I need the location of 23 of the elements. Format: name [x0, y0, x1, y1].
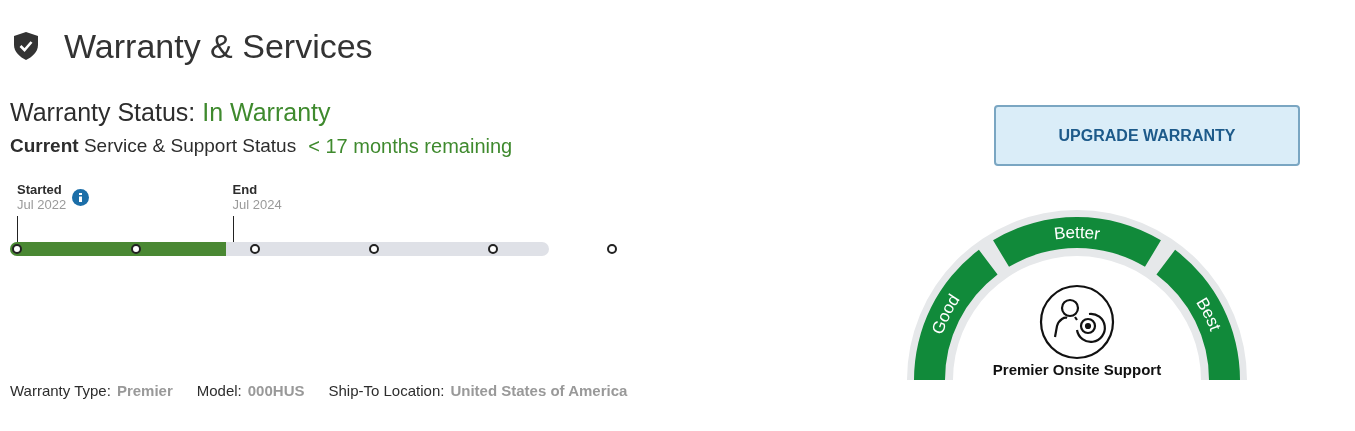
timeline-dot — [12, 244, 22, 254]
support-tier-name: Premier Onsite Support — [992, 361, 1162, 378]
marker-date: Jul 2022 — [17, 197, 67, 212]
detail-text: Model: 000HUS — [196, 382, 305, 399]
timeline-dot — [369, 244, 379, 254]
detail-text: Warranty Type: Premier — [10, 382, 173, 399]
timeline-dot — [131, 244, 141, 254]
person-gear-icon — [1039, 284, 1115, 360]
marker-date: Jul 2024 — [232, 197, 282, 212]
timeline-dot — [607, 244, 617, 254]
support-label: Current Service & Support Status — [10, 135, 297, 158]
upgrade-warranty-button[interactable]: UPGRADE WARRANTY — [994, 105, 1300, 166]
timeline-dot — [488, 244, 498, 254]
marker-label: End — [232, 182, 259, 197]
shield-check-icon — [14, 32, 38, 60]
timeline-dot — [250, 244, 260, 254]
tier-label: Better — [1053, 223, 1102, 245]
detail-text: Ship-To Location: United States of America — [328, 382, 628, 399]
marker-label: Started — [17, 182, 63, 197]
page-title: Warranty & Services — [64, 26, 373, 66]
info-icon[interactable] — [72, 189, 90, 206]
remaining-text: < 17 months remaining — [308, 135, 513, 158]
status-text: Warranty Status: In Warranty — [10, 98, 331, 126]
